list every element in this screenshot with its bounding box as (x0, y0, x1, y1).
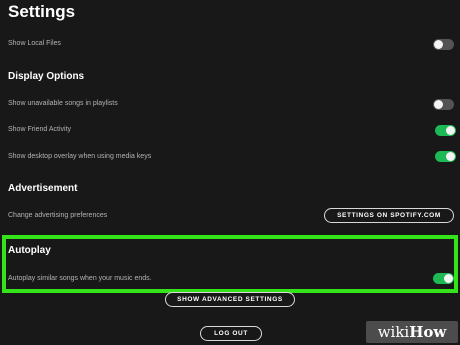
wikihow-watermark: wiki How (366, 321, 458, 343)
advertisement-heading: Advertisement (8, 183, 78, 194)
autoplay-highlight (2, 235, 458, 293)
show-advanced-settings-button[interactable]: SHOW ADVANCED SETTINGS (165, 292, 295, 307)
page-title: Settings (8, 2, 76, 21)
toggle-knob (444, 274, 453, 283)
autoplay-label: Autoplay similar songs when your music e… (8, 275, 152, 282)
show-desktop-overlay-label: Show desktop overlay when using media ke… (8, 153, 152, 160)
change-ad-preferences-label: Change advertising preferences (8, 212, 108, 219)
show-local-files-label: Show Local Files (8, 40, 61, 47)
toggle-knob (446, 126, 455, 135)
show-unavailable-songs-label: Show unavailable songs in playlists (8, 100, 118, 107)
show-local-files-toggle[interactable] (433, 39, 454, 50)
toggle-knob (434, 40, 443, 49)
show-friend-activity-label: Show Friend Activity (8, 126, 72, 133)
toggle-knob (446, 152, 455, 161)
watermark-suffix: How (409, 323, 447, 341)
show-unavailable-songs-toggle[interactable] (433, 99, 454, 110)
log-out-button[interactable]: LOG OUT (200, 326, 262, 341)
settings-on-spotify-button[interactable]: SETTINGS ON SPOTIFY.COM (324, 208, 454, 223)
toggle-knob (434, 100, 443, 109)
show-desktop-overlay-toggle[interactable] (435, 151, 456, 162)
show-friend-activity-toggle[interactable] (435, 125, 456, 136)
watermark-brand: wiki (377, 323, 410, 341)
display-options-heading: Display Options (8, 71, 85, 82)
autoplay-toggle[interactable] (433, 273, 454, 284)
autoplay-heading: Autoplay (8, 245, 51, 256)
